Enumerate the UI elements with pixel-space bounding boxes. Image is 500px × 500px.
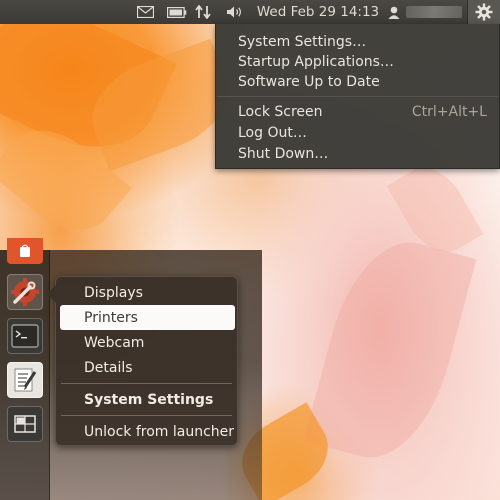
launcher-item-software-center[interactable] — [7, 238, 43, 264]
clock-text: Wed Feb 29 14:13 — [256, 4, 380, 20]
top-panel: Wed Feb 29 14:13 — [0, 0, 500, 24]
quicklist-arrow — [47, 285, 56, 303]
launcher-item-text-editor[interactable] — [7, 362, 43, 398]
launcher-item-workspace-switcher[interactable] — [7, 406, 43, 442]
launcher-item-terminal[interactable] — [7, 318, 43, 354]
menu-item-shut-down[interactable]: Shut Down… — [238, 144, 328, 164]
menu-item-lock-screen[interactable]: Lock Screen — [238, 102, 323, 122]
menu-item-software-up-to-date[interactable]: Software Up to Date — [238, 72, 380, 92]
speaker-icon[interactable] — [224, 0, 246, 24]
quicklist-item-printers[interactable]: Printers — [84, 307, 138, 329]
quicklist-title-system-settings[interactable]: System Settings — [84, 389, 213, 411]
menu-item-system-settings[interactable]: System Settings… — [238, 32, 366, 52]
lock-screen-shortcut: Ctrl+Alt+L — [411, 104, 487, 120]
menu-item-startup-applications[interactable]: Startup Applications… — [238, 52, 394, 72]
workspace-switcher-icon — [14, 415, 36, 433]
quicklist-item-webcam[interactable]: Webcam — [84, 332, 144, 354]
clock-indicator[interactable]: Wed Feb 29 14:13 — [256, 0, 380, 24]
wallpaper-leaf — [303, 228, 477, 472]
quicklist-item-details[interactable]: Details — [84, 357, 133, 379]
gear-icon[interactable] — [467, 0, 500, 24]
menu-separator — [217, 96, 498, 97]
battery-icon[interactable] — [166, 0, 188, 24]
menu-item-log-out[interactable]: Log Out… — [238, 123, 307, 143]
text-editor-icon — [12, 367, 38, 393]
launcher-item-system-settings[interactable] — [7, 274, 43, 310]
quicklist-item-unlock-from-launcher[interactable]: Unlock from launcher — [84, 421, 234, 443]
settings-tools-icon — [10, 277, 40, 307]
terminal-icon — [11, 324, 39, 348]
envelope-icon[interactable] — [134, 0, 156, 24]
redacted-username — [406, 6, 462, 18]
session-menu: System Settings… Startup Applications… S… — [215, 24, 500, 169]
shopping-bag-icon — [18, 244, 32, 258]
quicklist-item-displays[interactable]: Displays — [84, 282, 143, 304]
launcher — [0, 238, 50, 500]
network-transfer-icon[interactable] — [193, 0, 213, 24]
quicklist-separator — [61, 383, 232, 384]
quicklist-separator — [61, 415, 232, 416]
user-name-blurred[interactable] — [404, 0, 464, 24]
launcher-quicklist: Displays Printers Webcam Details System … — [47, 276, 238, 446]
user-icon[interactable] — [386, 0, 402, 24]
